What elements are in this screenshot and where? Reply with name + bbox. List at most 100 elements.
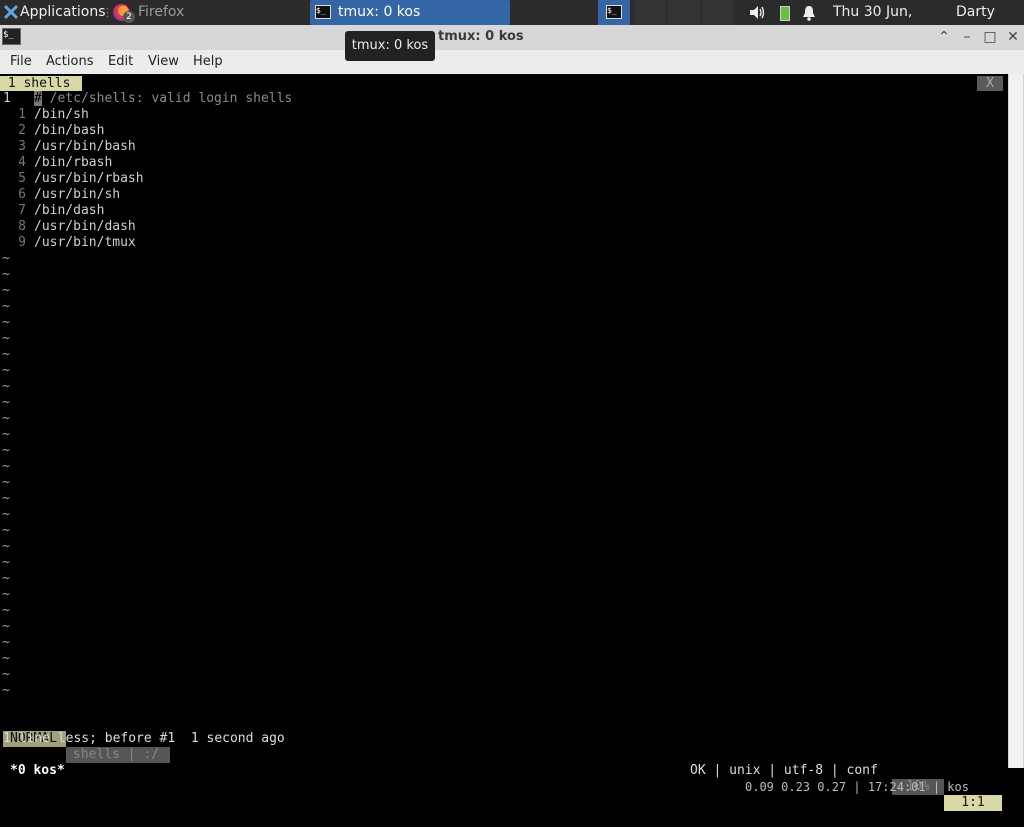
tilde-line: ~	[2, 603, 10, 618]
line-text: /usr/bin/rbash	[34, 171, 144, 186]
tilde-line: ~	[2, 363, 10, 378]
tilde-line: ~	[2, 587, 10, 602]
vim-message: 1 line less; before #1 1 second ago	[3, 731, 285, 746]
tilde-line: ~	[2, 683, 10, 698]
tilde-line: ~	[2, 523, 10, 538]
buffer-line: 5/usr/bin/rbash	[0, 171, 1000, 187]
tilde-line: ~	[2, 571, 10, 586]
line-number: 2	[18, 123, 26, 138]
line-text: /bin/rbash	[34, 155, 113, 170]
tilde-line: ~	[2, 491, 10, 506]
tilde-line: ~	[2, 635, 10, 650]
vim-tab[interactable]: 1 shells	[0, 76, 82, 91]
bell-glyph	[803, 6, 815, 21]
battery-icon[interactable]	[778, 0, 790, 25]
vim-file-info: OK | unix | utf-8 | conf	[690, 763, 878, 778]
line-number: 1	[3, 91, 11, 106]
buffer-line: 4/bin/rbash	[0, 155, 1000, 171]
line-number: 8	[18, 219, 26, 234]
volume-icon-glyph	[750, 6, 765, 19]
applications-label: Applications	[20, 4, 106, 20]
tilde-line: ~	[2, 651, 10, 666]
close-button[interactable]: ✕	[1004, 28, 1022, 46]
line-number: 1	[18, 107, 26, 122]
buffer-line: 8/usr/bin/dash	[0, 219, 1000, 235]
tilde-line: ~	[2, 251, 10, 266]
taskbar-tmux[interactable]: $_ tmux: 0 kos	[310, 0, 510, 25]
terminal-launcher[interactable]: $_	[598, 0, 630, 25]
user-menu[interactable]: Darty uwu	[956, 0, 1024, 45]
menu-actions[interactable]: Actions	[46, 54, 94, 69]
line-text: /usr/bin/sh	[34, 187, 121, 202]
applications-menu[interactable]: Applications ⋮	[0, 0, 113, 25]
workspace-3[interactable]	[702, 0, 734, 25]
workspace-1[interactable]	[634, 0, 666, 25]
workspace-switcher[interactable]	[634, 0, 734, 25]
window-count-badge: 2	[123, 11, 135, 23]
taskbar-firefox[interactable]: 2 Firefox	[108, 0, 308, 25]
taskbar-firefox-label: Firefox	[138, 4, 185, 20]
line-text: /bin/sh	[34, 107, 89, 122]
tilde-line: ~	[2, 507, 10, 522]
tilde-line: ~	[2, 555, 10, 570]
tmux-statusbar: *0 kos* 0.09 0.23 0.27 | 17:24:01 | kos	[0, 747, 1004, 794]
workspace-2[interactable]	[668, 0, 700, 25]
tilde-line: ~	[2, 475, 10, 490]
tilde-line: ~	[2, 443, 10, 458]
terminal-icon: $_	[315, 5, 331, 19]
window-titlebar[interactable]: $_ tmux: 0 kos ⌃ – □ ✕	[0, 25, 1024, 50]
battery-level	[780, 6, 790, 21]
buffer-line: 7/bin/dash	[0, 203, 1000, 219]
window-tooltip: tmux: 0 kos	[345, 31, 435, 61]
taskbar-tmux-label: tmux: 0 kos	[338, 4, 421, 20]
vim-tabline: 1 shells X	[0, 74, 1003, 91]
terminal-launcher-icon: $_	[606, 5, 622, 19]
terminal-area[interactable]: 1 shells X 1 # /etc/shells: valid login s…	[0, 74, 1024, 811]
window-terminal-icon[interactable]: $_	[2, 28, 21, 45]
text-cursor: #	[34, 91, 42, 106]
buffer-line: 6/usr/bin/sh	[0, 187, 1000, 203]
tilde-line: ~	[2, 347, 10, 362]
minimize-button[interactable]: –	[958, 28, 976, 46]
clock[interactable]: Thu 30 Jun, 17:24	[833, 0, 951, 45]
line-text: # /etc/shells: valid login shells	[34, 91, 292, 107]
line-number: 9	[18, 235, 26, 250]
line-text: /usr/bin/bash	[34, 139, 136, 154]
vim-tab-close[interactable]: X	[977, 76, 1003, 91]
tilde-line: ~	[2, 331, 10, 346]
shade-button[interactable]: ⌃	[935, 28, 953, 46]
line-number: 6	[18, 187, 26, 202]
tilde-line: ~	[2, 283, 10, 298]
buffer-line: 1/bin/sh	[0, 107, 1000, 123]
scrollbar-thumb[interactable]	[1009, 74, 1023, 768]
line-text: /usr/bin/tmux	[34, 235, 136, 250]
menu-view[interactable]: View	[148, 54, 179, 69]
vim-cursor-position: 1:1	[944, 795, 1002, 811]
line-text-rest: /etc/shells: valid login shells	[41, 91, 293, 106]
top-panel: Applications ⋮ 2 Firefox $_ tmux: 0 kos …	[0, 0, 1024, 45]
line-number: 5	[18, 171, 26, 186]
buffer-line: 2/bin/bash	[0, 123, 1000, 139]
tilde-line: ~	[2, 379, 10, 394]
tilde-line: ~	[2, 299, 10, 314]
vim-statusline: NORMAL shells | :/ OK | unix | utf-8 | c…	[0, 715, 1004, 811]
tmux-window-name[interactable]: *0 kos*	[10, 763, 65, 779]
menu-edit[interactable]: Edit	[108, 54, 133, 69]
line-text: /usr/bin/dash	[34, 219, 136, 234]
tmux-status-right: 0.09 0.23 0.27 | 17:24:01 | kos	[745, 780, 969, 794]
line-text: /bin/dash	[34, 203, 105, 218]
menu-file[interactable]: File	[10, 54, 32, 69]
tilde-line: ~	[2, 411, 10, 426]
terminal-scrollbar[interactable]	[1008, 74, 1024, 768]
tilde-line: ~	[2, 315, 10, 330]
tilde-line: ~	[2, 667, 10, 682]
maximize-button[interactable]: □	[981, 28, 999, 46]
menu-help[interactable]: Help	[193, 54, 223, 69]
tilde-line: ~	[2, 427, 10, 442]
notification-bell-icon[interactable]	[802, 0, 818, 25]
tilde-line: ~	[2, 267, 10, 282]
buffer-line: 9/usr/bin/tmux	[0, 235, 1000, 251]
line-text: /bin/bash	[34, 123, 105, 138]
menubar: File Actions Edit View Help	[0, 50, 1024, 74]
volume-icon[interactable]	[748, 0, 768, 25]
